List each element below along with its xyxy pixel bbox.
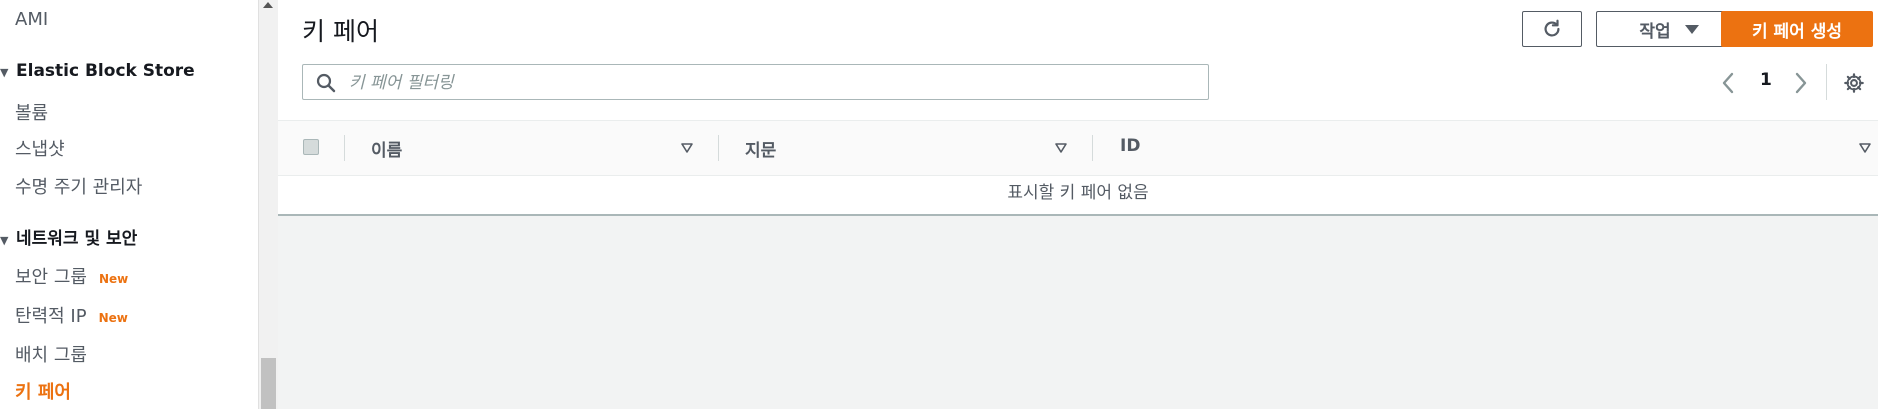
divider — [1826, 64, 1827, 100]
gear-icon[interactable] — [1843, 72, 1865, 94]
sidebar-scrollbar[interactable] — [258, 0, 278, 409]
new-badge: New — [98, 311, 128, 325]
column-divider — [344, 135, 345, 161]
current-page-number[interactable]: 1 — [1760, 70, 1772, 90]
sidebar-section-elastic-block-store[interactable]: ▼ Elastic Block Store — [0, 61, 195, 81]
sidebar-item-security-groups[interactable]: 보안 그룹 New — [15, 263, 128, 289]
search-input[interactable] — [347, 69, 1191, 97]
sidebar-item-label: AMI — [15, 9, 49, 30]
sidebar-item-lifecycle-manager[interactable]: 수명 주기 관리자 — [15, 173, 142, 199]
create-key-pair-label: 키 페어 생성 — [1751, 21, 1843, 42]
table-header: 이름 지문 ID — [278, 120, 1878, 176]
key-pairs-panel: 키 페어 작업 키 페어 생성 1 이름 — [278, 0, 1878, 216]
sort-icon[interactable] — [1055, 143, 1067, 153]
sidebar-section-label: Elastic Block Store — [16, 61, 195, 81]
column-header-name[interactable]: 이름 — [371, 136, 402, 161]
actions-label: 작업 — [1639, 21, 1671, 42]
caret-down-icon: ▼ — [0, 234, 9, 247]
caret-down-icon: ▼ — [0, 66, 9, 79]
sidebar: AMI ▼ Elastic Block Store 볼륨 스냅샷 수명 주기 관리… — [0, 0, 259, 409]
column-divider — [718, 135, 719, 161]
column-header-id[interactable]: ID — [1120, 136, 1140, 156]
select-all-checkbox[interactable] — [303, 139, 319, 155]
sidebar-section-label: 네트워크 및 보안 — [16, 229, 138, 249]
scroll-up-arrow-icon[interactable] — [263, 2, 273, 8]
sidebar-item-label: 탄력적 IP — [15, 306, 87, 327]
sidebar-item-placement-groups[interactable]: 배치 그룹 — [15, 341, 87, 367]
search-icon — [316, 73, 336, 93]
search-field[interactable] — [302, 64, 1209, 100]
previous-page-icon[interactable] — [1721, 72, 1735, 94]
sidebar-item-snapshots[interactable]: 스냅샷 — [15, 135, 65, 161]
sidebar-item-key-pairs[interactable]: 키 페어 — [15, 378, 71, 404]
sidebar-item-label: 키 페어 — [15, 382, 71, 403]
sidebar-item-label: 스냅샷 — [15, 139, 65, 160]
sort-icon[interactable] — [681, 143, 693, 153]
refresh-button[interactable] — [1522, 11, 1582, 47]
refresh-icon — [1544, 19, 1560, 37]
sidebar-item-elastic-ips[interactable]: 탄력적 IP New — [15, 302, 128, 328]
caret-down-icon — [1684, 24, 1699, 34]
column-header-fingerprint[interactable]: 지문 — [745, 136, 776, 161]
sidebar-item-label: 수명 주기 관리자 — [15, 177, 143, 198]
column-divider — [1092, 135, 1093, 161]
page-title: 키 페어 — [302, 17, 379, 46]
sort-icon[interactable] — [1859, 143, 1871, 153]
sidebar-item-label: 볼륨 — [15, 103, 49, 124]
new-badge: New — [98, 272, 129, 286]
scrollbar-thumb[interactable] — [261, 358, 276, 409]
sidebar-item-volumes[interactable]: 볼륨 — [15, 99, 48, 125]
sidebar-section-network-security[interactable]: ▼ 네트워크 및 보안 — [0, 224, 137, 249]
sidebar-item-label: 보안 그룹 — [15, 267, 87, 288]
sidebar-item-label: 배치 그룹 — [15, 345, 87, 366]
create-key-pair-button[interactable]: 키 페어 생성 — [1721, 11, 1873, 47]
sidebar-item-ami[interactable]: AMI — [15, 9, 48, 30]
next-page-icon[interactable] — [1794, 72, 1808, 94]
empty-table-message: 표시할 키 페어 없음 — [1007, 183, 1149, 203]
